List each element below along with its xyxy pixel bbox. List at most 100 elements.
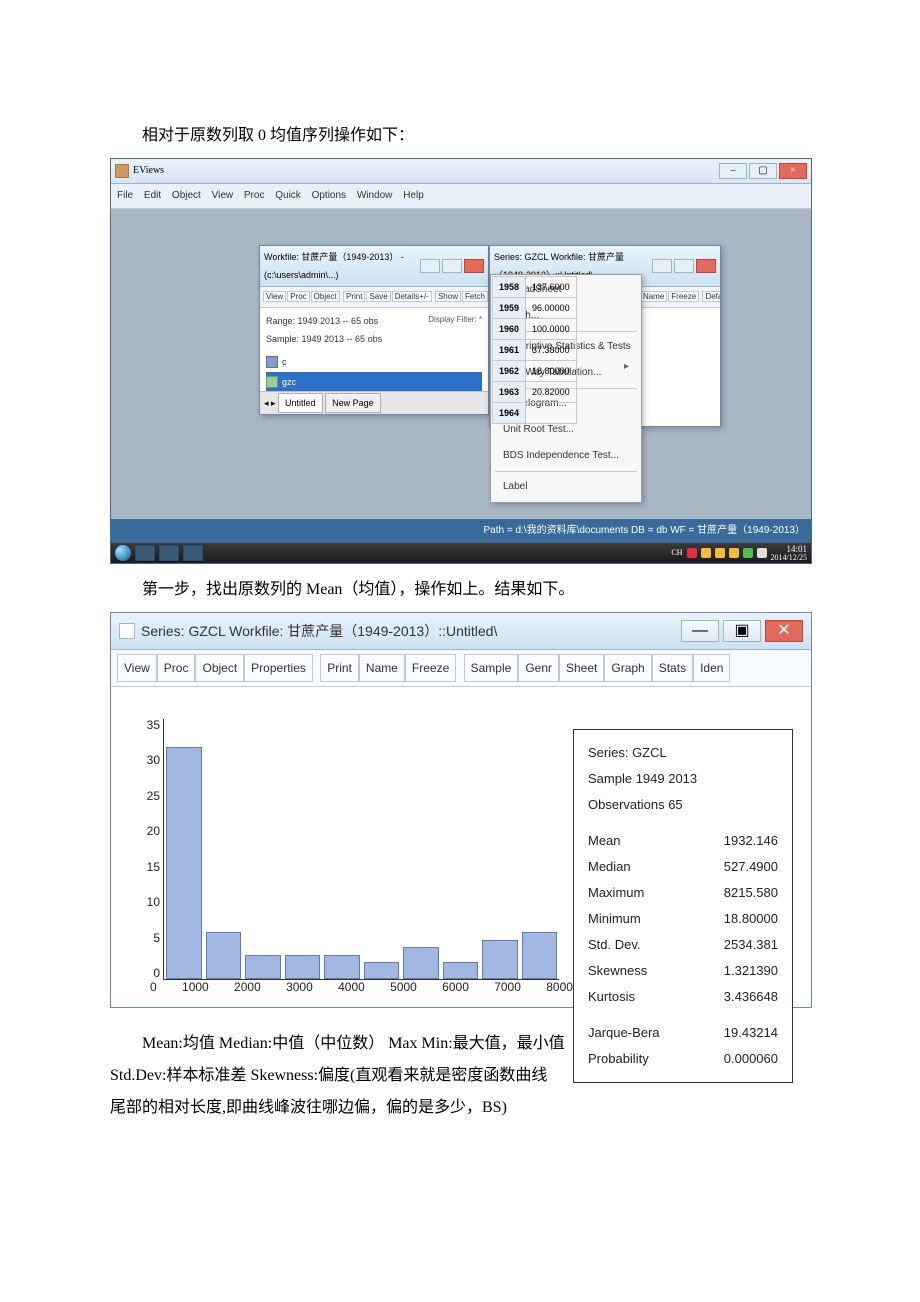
stat-label: Probability bbox=[588, 1046, 649, 1072]
step-text: 第一步，找出原数列的 Mean（均值），操作如上。结果如下。 bbox=[110, 574, 810, 606]
wf-item-c[interactable]: c bbox=[266, 352, 482, 372]
sr-btn-name[interactable]: Name bbox=[640, 291, 667, 302]
taskbar-app-ie[interactable] bbox=[135, 545, 155, 561]
sr-close-button[interactable] bbox=[696, 259, 716, 273]
minimize-button[interactable]: – bbox=[719, 163, 747, 179]
wf-sample: Sample: 1949 2013 -- 65 obs bbox=[266, 330, 382, 348]
sr-min-button[interactable] bbox=[652, 259, 672, 273]
rw-btn-iden[interactable]: Iden bbox=[693, 654, 730, 682]
rw-btn-name[interactable]: Name bbox=[359, 654, 405, 682]
wf-item-gzc[interactable]: gzc bbox=[266, 372, 482, 392]
workfile-titlebar: Workfile: 甘蔗产量（1949-2013） - (c:\users\ad… bbox=[260, 246, 488, 287]
wf-close-button[interactable] bbox=[464, 259, 484, 273]
mi-label[interactable]: Label bbox=[491, 474, 641, 500]
stat-row: Std. Dev.2534.381 bbox=[588, 932, 778, 958]
x-axis-ticks: 010002000300040005000600070008000 bbox=[150, 975, 573, 999]
stat-label: Mean bbox=[588, 828, 621, 854]
wf-range: Range: 1949 2013 -- 65 obs bbox=[266, 312, 382, 330]
bar bbox=[206, 932, 242, 979]
tray-icon[interactable] bbox=[715, 548, 725, 558]
wf-tab-new[interactable]: New Page bbox=[325, 393, 381, 413]
rw-btn-object[interactable]: Object bbox=[195, 654, 244, 682]
stats-sample: Sample 1949 2013 bbox=[588, 766, 778, 792]
rw-btn-sheet[interactable]: Sheet bbox=[559, 654, 604, 682]
rw-btn-freeze[interactable]: Freeze bbox=[405, 654, 456, 682]
close-button[interactable]: × bbox=[779, 163, 807, 179]
tray-icon[interactable] bbox=[701, 548, 711, 558]
bar bbox=[522, 932, 558, 979]
table-row: 1964 bbox=[493, 403, 577, 424]
menu-window[interactable]: Window bbox=[357, 190, 393, 201]
menu-quick[interactable]: Quick bbox=[275, 190, 301, 201]
tray-icon[interactable] bbox=[757, 548, 767, 558]
wf-min-button[interactable] bbox=[420, 259, 440, 273]
rw-btn-properties[interactable]: Properties bbox=[244, 654, 313, 682]
stat-row: Maximum8215.580 bbox=[588, 880, 778, 906]
app-menubar: File Edit Object View Proc Quick Options… bbox=[111, 184, 811, 209]
menu-object[interactable]: Object bbox=[172, 190, 201, 201]
sr-max-button[interactable] bbox=[674, 259, 694, 273]
wf-btn-proc[interactable]: Proc bbox=[287, 291, 309, 302]
wf-btn-show[interactable]: Show bbox=[435, 291, 461, 302]
wf-btn-details[interactable]: Details+/- bbox=[392, 291, 432, 302]
wf-btn-save[interactable]: Save bbox=[366, 291, 390, 302]
menu-help[interactable]: Help bbox=[403, 190, 424, 201]
tray-icon[interactable] bbox=[743, 548, 753, 558]
sr-btn-default[interactable]: Default bbox=[702, 291, 720, 302]
mi-bds[interactable]: BDS Independence Test... bbox=[491, 443, 641, 469]
sr-btn-freeze[interactable]: Freeze bbox=[668, 291, 699, 302]
rw-min-button[interactable]: — bbox=[681, 620, 719, 642]
taskbar-app-explorer[interactable] bbox=[159, 545, 179, 561]
eviews-app-screenshot: EViews – ▢ × File Edit Object View Proc … bbox=[110, 158, 812, 564]
y-axis-ticks: 35302520151050 bbox=[130, 713, 160, 985]
histogram-result-window: Series: GZCL Workfile: 甘蔗产量（1949-2013）::… bbox=[110, 612, 812, 1008]
rw-btn-view[interactable]: View bbox=[117, 654, 157, 682]
stat-row: Mean1932.146 bbox=[588, 828, 778, 854]
stats-obs: Observations 65 bbox=[588, 792, 778, 818]
table-row: 195996.00000 bbox=[493, 298, 577, 319]
rw-btn-sample[interactable]: Sample bbox=[464, 654, 519, 682]
stat-row: Median527.4900 bbox=[588, 854, 778, 880]
tray-icon[interactable] bbox=[687, 548, 697, 558]
wf-btn-object[interactable]: Object bbox=[311, 291, 340, 302]
menu-proc[interactable]: Proc bbox=[244, 190, 265, 201]
taskbar-app-eviews[interactable] bbox=[183, 545, 203, 561]
workfile-title: Workfile: 甘蔗产量（1949-2013） - (c:\users\ad… bbox=[264, 248, 420, 284]
wf-tab-untitled[interactable]: Untitled bbox=[278, 393, 323, 413]
wf-max-button[interactable] bbox=[442, 259, 462, 273]
wf-btn-print[interactable]: Print bbox=[343, 291, 365, 302]
menu-options[interactable]: Options bbox=[312, 190, 346, 201]
start-button[interactable] bbox=[115, 545, 131, 561]
bar bbox=[482, 940, 518, 979]
rw-close-button[interactable]: ✕ bbox=[765, 620, 803, 642]
stat-value: 3.436648 bbox=[724, 984, 778, 1010]
maximize-button[interactable]: ▢ bbox=[749, 163, 777, 179]
menu-edit[interactable]: Edit bbox=[144, 190, 161, 201]
stat-value: 8215.580 bbox=[724, 880, 778, 906]
stat-label: Skewness bbox=[588, 958, 647, 984]
menu-file[interactable]: File bbox=[117, 190, 133, 201]
rw-btn-print[interactable]: Print bbox=[320, 654, 359, 682]
menu-view[interactable]: View bbox=[212, 190, 234, 201]
rw-btn-stats[interactable]: Stats bbox=[652, 654, 693, 682]
app-statusbar: Path = d:\我的资料库\documents DB = db WF = 甘… bbox=[111, 519, 811, 543]
stat-row: Jarque-Bera 19.43214 bbox=[588, 1020, 778, 1046]
stat-label: Jarque-Bera bbox=[588, 1020, 660, 1046]
stat-row: Skewness 1.321390 bbox=[588, 958, 778, 984]
wf-btn-fetch[interactable]: Fetch bbox=[462, 291, 488, 302]
stat-label: Kurtosis bbox=[588, 984, 635, 1010]
tray-icon[interactable] bbox=[729, 548, 739, 558]
app-icon bbox=[115, 164, 129, 178]
table-row: 196137.38000 bbox=[493, 340, 577, 361]
wf-btn-view[interactable]: View bbox=[263, 291, 286, 302]
intro-text: 相对于原数列取 0 均值序列操作如下： bbox=[110, 120, 810, 152]
stat-row: Minimum18.80000 bbox=[588, 906, 778, 932]
rw-max-button[interactable]: ▣ bbox=[723, 620, 761, 642]
stat-value: 527.4900 bbox=[724, 854, 778, 880]
rw-btn-genr[interactable]: Genr bbox=[518, 654, 559, 682]
rw-btn-proc[interactable]: Proc bbox=[157, 654, 196, 682]
stat-value: 1.321390 bbox=[724, 958, 778, 984]
series-data-grid: 1958137.6000 195996.00000 1960100.0000 1… bbox=[492, 276, 577, 424]
stat-label: Std. Dev. bbox=[588, 932, 641, 958]
rw-btn-graph[interactable]: Graph bbox=[604, 654, 651, 682]
